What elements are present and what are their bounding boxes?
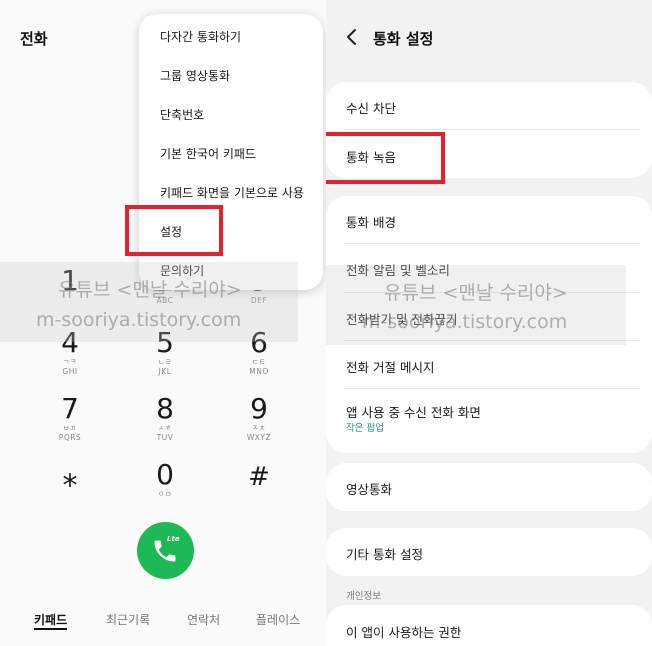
- dialer-screen: 전화 1 2 ABC 3 DEF 4 ㄱㅋ GHI 5 ㄴㄹ JKL 6 ㄷㅌ …: [0, 0, 326, 646]
- watermark-text: 유튜브 <맨날 수리야>: [384, 282, 568, 304]
- call-settings-screen: 통화 설정 수신 차단 통화 녹음 통화 배경 전화 알림 및 벨소리 전화받기…: [326, 0, 652, 646]
- key-digit: 9: [250, 392, 268, 425]
- settings-card-privacy: 이 앱이 사용하는 권한: [326, 605, 652, 646]
- settings-item-call-blocking[interactable]: 수신 차단: [346, 98, 396, 117]
- key-8[interactable]: 8 ㅅㅎ TUV: [135, 392, 195, 443]
- menu-item-group-video-call[interactable]: 그룹 영상통화: [160, 67, 230, 84]
- key-9[interactable]: 9 ㅈㅊ WXYZ: [229, 392, 289, 443]
- settings-item-decline-messages[interactable]: 전화 거절 메시지: [346, 357, 434, 376]
- settings-highlight: [125, 205, 223, 256]
- key-hangul: ㄴㄹ: [158, 358, 172, 366]
- tab-contacts[interactable]: 연락처: [187, 611, 220, 628]
- key-letters: MNO: [249, 367, 269, 376]
- key-digit: 8: [156, 392, 174, 425]
- call-button[interactable]: Lte: [137, 522, 194, 579]
- key-hash[interactable]: #: [229, 462, 289, 492]
- lte-badge: Lte: [167, 535, 180, 543]
- key-hangul: ㄱㅋ: [63, 358, 77, 366]
- menu-item-speed-dial[interactable]: 단축번호: [160, 106, 204, 123]
- key-hangul: ㅂㅍ: [63, 424, 77, 432]
- key-digit: ⁎: [62, 459, 78, 494]
- tab-keypad[interactable]: 키패드: [34, 611, 67, 628]
- tab-recents[interactable]: 최근기록: [106, 611, 150, 628]
- call-recording-highlight: [326, 132, 445, 184]
- watermark-text: 유튜브 <맨날 수리야>: [58, 279, 242, 301]
- page-title: 통화 설정: [373, 30, 434, 48]
- settings-item-in-app-call-display[interactable]: 앱 사용 중 수신 전화 화면: [346, 402, 481, 421]
- key-0[interactable]: 0 ㅇㅁ: [135, 460, 195, 499]
- back-icon[interactable]: [344, 28, 360, 46]
- key-star[interactable]: ⁎: [40, 462, 100, 492]
- divider: [344, 388, 640, 389]
- divider: [344, 243, 640, 244]
- key-digit: 7: [61, 392, 79, 425]
- key-letters: GHI: [62, 367, 78, 376]
- settings-card-video: 영상통화: [326, 463, 652, 511]
- key-letters: PQRS: [58, 433, 82, 442]
- app-title: 전화: [20, 30, 48, 48]
- settings-item-video-call[interactable]: 영상통화: [346, 479, 392, 498]
- settings-item-call-background[interactable]: 통화 배경: [346, 212, 396, 231]
- key-digit: 0: [156, 458, 174, 491]
- key-letters: WXYZ: [246, 433, 272, 442]
- key-hangul: ㅇㅁ: [158, 490, 172, 498]
- section-label-privacy: 개인정보: [346, 591, 381, 602]
- key-letters: JKL: [158, 367, 172, 376]
- active-tab-indicator: [34, 628, 67, 630]
- tab-places[interactable]: 플레이스: [256, 611, 300, 628]
- settings-item-in-app-call-display-value: 작은 팝업: [346, 423, 384, 434]
- key-letters: TUV: [156, 433, 174, 442]
- menu-item-korean-keypad[interactable]: 기본 한국어 키패드: [160, 145, 256, 162]
- settings-card-other: 기타 통화 설정: [326, 528, 652, 576]
- divider: [344, 129, 640, 130]
- key-digit: #: [248, 462, 270, 492]
- key-hangul: ㅅㅎ: [158, 424, 172, 432]
- key-hangul: ㅈㅊ: [252, 424, 266, 432]
- key-7[interactable]: 7 ㅂㅍ PQRS: [40, 392, 100, 443]
- settings-item-other-call-settings[interactable]: 기타 통화 설정: [346, 544, 423, 563]
- watermark-url: m-sooriya.tistory.com: [362, 311, 568, 333]
- watermark-band: [326, 265, 626, 345]
- menu-item-conference-call[interactable]: 다자간 통화하기: [160, 28, 241, 45]
- settings-item-app-permissions[interactable]: 이 앱이 사용하는 권한: [346, 622, 461, 641]
- menu-item-keypad-default[interactable]: 키패드 화면을 기본으로 사용: [160, 184, 304, 201]
- key-hangul: ㄷㅌ: [252, 358, 266, 366]
- watermark-url: m-sooriya.tistory.com: [36, 309, 242, 331]
